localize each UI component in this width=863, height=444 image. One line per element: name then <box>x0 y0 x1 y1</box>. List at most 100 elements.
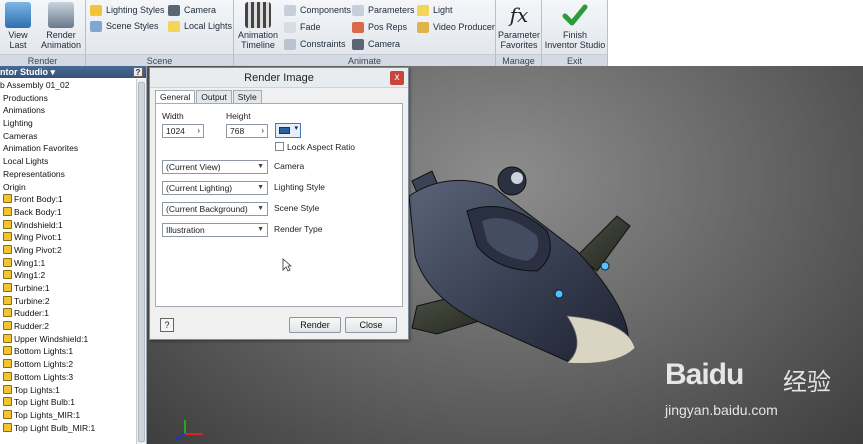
ribbon-empty-area <box>608 0 863 66</box>
render-panel: View Last Render Animation Render <box>0 0 86 66</box>
chevron-down-icon: ▼ <box>257 184 264 191</box>
scroll-thumb[interactable] <box>138 82 145 442</box>
tree-item[interactable]: Animations <box>0 104 136 117</box>
tree-item[interactable]: Animation Favorites <box>0 142 136 155</box>
lighting-style-label: Lighting Style <box>274 182 326 192</box>
tree-item[interactable]: Turbine:2 <box>0 295 136 308</box>
animate-camera-button[interactable]: Camera <box>352 37 400 51</box>
video-producer-button[interactable]: Video Producer <box>417 20 495 34</box>
scene-style-select[interactable]: (Current Background) ▼ <box>162 202 268 216</box>
chevron-right-icon[interactable]: › <box>261 125 264 137</box>
render-animation-icon <box>48 2 74 28</box>
camera-button[interactable]: Camera <box>168 3 216 17</box>
aspect-ratio-icon <box>279 127 290 134</box>
axis-triad-icon <box>174 420 203 441</box>
tree-item-label: Turbine:1 <box>14 283 50 293</box>
local-lights-button[interactable]: Local Lights <box>168 19 232 33</box>
tree-item-label: Front Body:1 <box>14 194 63 205</box>
checkmark-icon <box>562 4 588 26</box>
model-browser: ntor Studio ▾ ? b Assembly 01_02 Producti… <box>0 66 147 444</box>
manage-panel-label: Manage <box>496 54 541 66</box>
tab-style[interactable]: Style <box>232 90 262 103</box>
part-icon <box>3 422 12 432</box>
tree-item[interactable]: b Assembly 01_02 <box>0 79 136 92</box>
help-icon[interactable]: ? <box>160 318 174 332</box>
tree-item[interactable]: Local Lights <box>0 155 136 168</box>
tree-item-label: Top Lights_MIR:1 <box>14 409 81 420</box>
animation-timeline-button[interactable]: Animation Timeline <box>236 2 280 50</box>
browser-header[interactable]: ntor Studio ▾ ? <box>0 66 146 78</box>
width-field[interactable]: 1024 › <box>162 124 204 138</box>
tree-item[interactable]: Rudder:2 <box>0 320 136 333</box>
ribbon: View Last Render Animation Render Lighti… <box>0 0 863 66</box>
tree-item[interactable]: Upper Windshield:1 <box>0 333 136 346</box>
exit-panel-label: Exit <box>542 54 607 66</box>
constraints-button[interactable]: Constraints <box>284 37 346 51</box>
tree-item[interactable]: Windshield:1 <box>0 219 136 232</box>
tree-item-label: Turbine:2 <box>14 295 50 306</box>
general-tab-panel: Width 1024 › Height 768 › ▾ Lock Aspect Ra… <box>155 103 403 307</box>
camera-icon <box>352 39 364 50</box>
tree-item-label: Cameras <box>3 130 38 141</box>
tree-item[interactable]: Wing Pivot:1 <box>0 231 136 244</box>
tree-item[interactable]: Back Body:1 <box>0 206 136 219</box>
fx-icon: fx <box>509 3 529 27</box>
tree-item[interactable]: Representations <box>0 168 136 181</box>
tree-item[interactable]: Origin <box>0 181 136 194</box>
tree-item-label: Animations <box>3 105 46 116</box>
tree-item-label: Wing1:1 <box>14 257 46 268</box>
tree-item[interactable]: Lighting <box>0 117 136 130</box>
tree-item[interactable]: Top Lights:1 <box>0 384 136 397</box>
render-animation-button[interactable]: Render Animation <box>38 2 84 50</box>
tree-item[interactable]: Wing Pivot:2 <box>0 244 136 257</box>
tab-general[interactable]: General <box>155 90 196 104</box>
tree-item[interactable]: Cameras <box>0 130 136 143</box>
chevron-right-icon[interactable]: › <box>197 125 200 137</box>
render-type-select[interactable]: Illustration ▼ <box>162 223 268 237</box>
tree-item[interactable]: Rudder:1 <box>0 307 136 320</box>
camera-select[interactable]: (Current View) ▼ <box>162 160 268 174</box>
browser-help-icon[interactable]: ? <box>133 67 143 77</box>
fade-button[interactable]: Fade <box>284 20 321 34</box>
close-icon[interactable]: x <box>390 71 404 85</box>
tree-item[interactable]: Top Light Bulb_MIR:1 <box>0 422 136 435</box>
view-last-button[interactable]: View Last <box>2 2 34 50</box>
components-button[interactable]: Components <box>284 3 351 17</box>
scene-styles-button[interactable]: Scene Styles <box>90 19 159 33</box>
part-icon <box>3 371 12 381</box>
parameters-button[interactable]: Parameters <box>352 3 415 17</box>
tree-item[interactable]: Wing1:2 <box>0 269 136 282</box>
tree-item[interactable]: Bottom Lights:3 <box>0 371 136 384</box>
pos-reps-button[interactable]: Pos Reps <box>352 20 407 34</box>
browser-scrollbar[interactable] <box>136 79 146 444</box>
finish-inventor-studio-button[interactable]: Finish Inventor Studio <box>543 2 607 50</box>
close-button[interactable]: Close <box>345 317 397 333</box>
camera-label: Camera <box>274 161 305 171</box>
aspect-ratio-picker[interactable]: ▾ <box>275 123 301 138</box>
light-button[interactable]: Light <box>417 3 453 17</box>
tree-item-label: Rudder:2 <box>14 321 49 332</box>
render-button[interactable]: Render <box>289 317 341 333</box>
tree-item[interactable]: Front Body:1 <box>0 193 136 206</box>
tree-item-label: Local Lights <box>3 156 49 167</box>
height-field[interactable]: 768 › <box>226 124 268 138</box>
tree-item[interactable]: Bottom Lights:1 <box>0 345 136 358</box>
tree-item[interactable]: Bottom Lights:2 <box>0 358 136 371</box>
tree-item[interactable]: Turbine:1 <box>0 282 136 295</box>
tab-output[interactable]: Output <box>196 90 232 103</box>
dropdown-arrow-icon[interactable]: ▾ <box>48 67 56 77</box>
tree-item[interactable]: Top Light Bulb:1 <box>0 396 136 409</box>
local-lights-icon <box>168 21 180 32</box>
tree-item-label: Animation Favorites <box>3 143 79 154</box>
lighting-style-select[interactable]: (Current Lighting) ▼ <box>162 181 268 195</box>
tree-item[interactable]: Wing1:1 <box>0 257 136 270</box>
part-icon <box>3 308 12 318</box>
lighting-styles-button[interactable]: Lighting Styles <box>90 3 165 17</box>
timeline-icon <box>245 2 271 28</box>
parameter-favorites-button[interactable]: fx Parameter Favorites <box>497 2 541 50</box>
tree-item[interactable]: Top Lights_MIR:1 <box>0 409 136 422</box>
lock-aspect-ratio-checkbox[interactable] <box>275 142 284 151</box>
chevron-down-icon: ▼ <box>257 205 264 212</box>
browser-title: ntor Studio <box>0 67 48 77</box>
tree-item[interactable]: Productions <box>0 92 136 105</box>
